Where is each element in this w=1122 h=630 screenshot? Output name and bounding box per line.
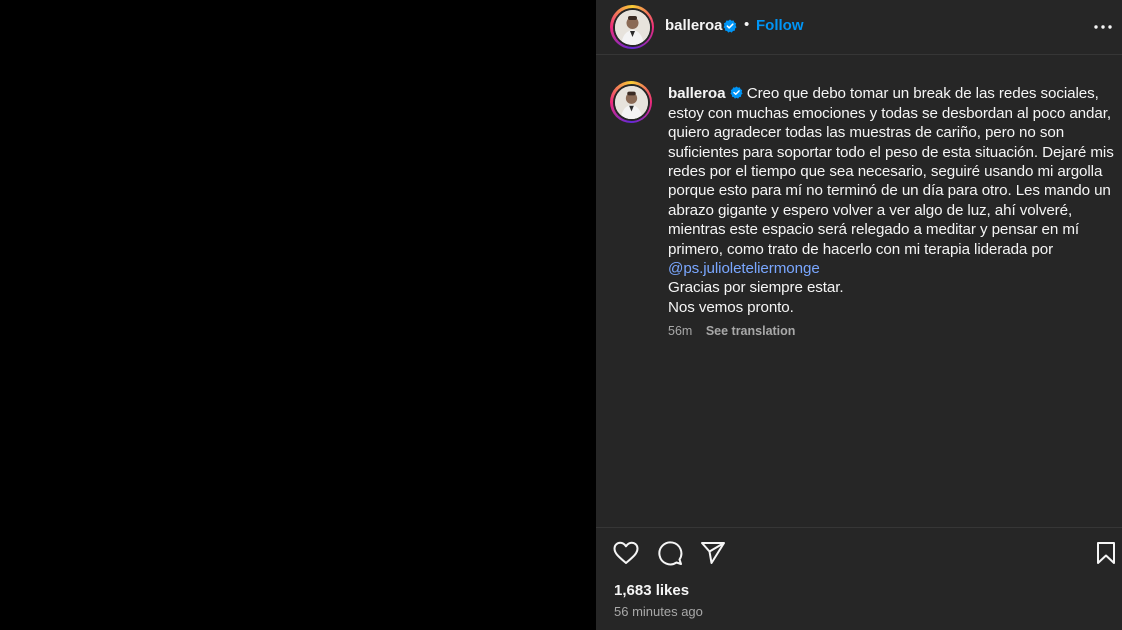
caption-avatar[interactable] [610,81,652,123]
caption-username[interactable]: balleroa [668,85,726,102]
post-time-ago[interactable]: 56 minutes ago [614,604,703,619]
caption-line-thanks: Gracias por siempre estar. [668,279,844,297]
caption-timestamp[interactable]: 56m [668,324,692,338]
see-translation-button[interactable]: See translation [706,324,796,338]
more-options-icon[interactable] [1091,16,1115,38]
post-media[interactable] [0,0,596,630]
author-username[interactable]: balleroa [665,17,723,34]
share-icon[interactable] [699,539,727,567]
comment-icon[interactable] [656,539,684,567]
action-bar [596,527,1122,574]
caption-meta: 56m See translation [668,324,795,338]
caption-text: balleroa Creo que debo tomar un break de… [668,84,1116,317]
author-avatar[interactable] [610,5,654,49]
follow-button[interactable]: Follow [756,17,804,34]
caption-line-goodbye: Nos vemos pronto. [668,298,794,316]
bookmark-icon[interactable] [1092,539,1120,567]
heart-icon[interactable] [612,539,640,567]
likes-count[interactable]: 1,683 likes [614,582,689,599]
caption-verified-badge-icon [730,84,743,103]
post-side-panel: balleroa • Follow balleroa Creo que debo… [596,0,1122,630]
header-separator: • [744,16,750,33]
verified-badge-icon [723,19,737,38]
post-header: balleroa • Follow [596,0,1122,55]
caption-body: Creo que debo tomar un break de las rede… [668,85,1114,258]
caption-mention-link[interactable]: @ps.julioleteliermonge [668,260,820,277]
